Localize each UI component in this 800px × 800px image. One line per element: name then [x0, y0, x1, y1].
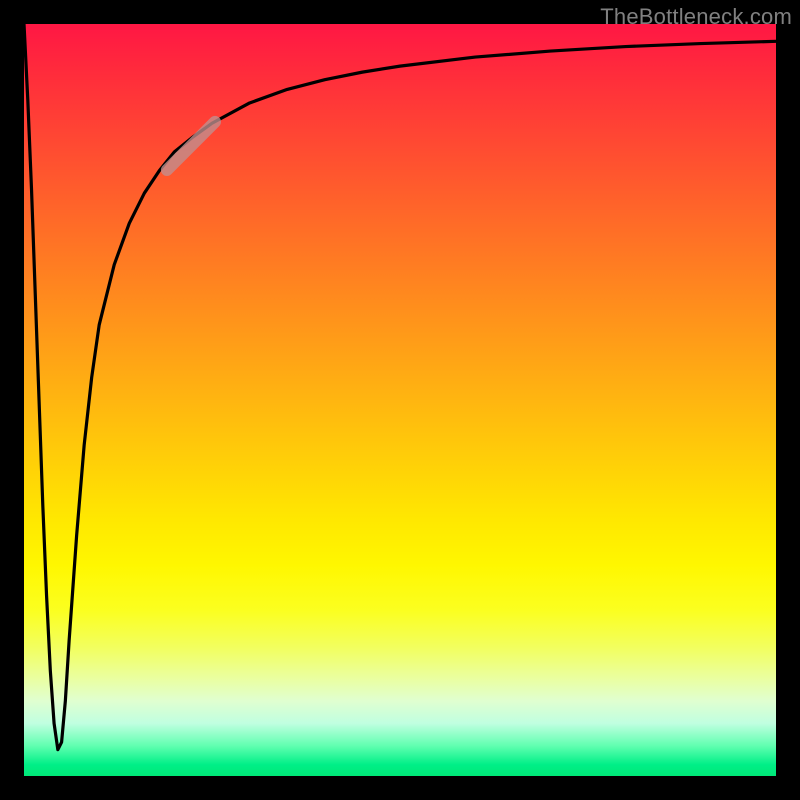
- curve-svg: [24, 24, 776, 776]
- plot-area: [24, 24, 776, 776]
- watermark-text: TheBottleneck.com: [600, 4, 792, 30]
- chart-frame: TheBottleneck.com: [0, 0, 800, 800]
- curve-line: [24, 24, 776, 750]
